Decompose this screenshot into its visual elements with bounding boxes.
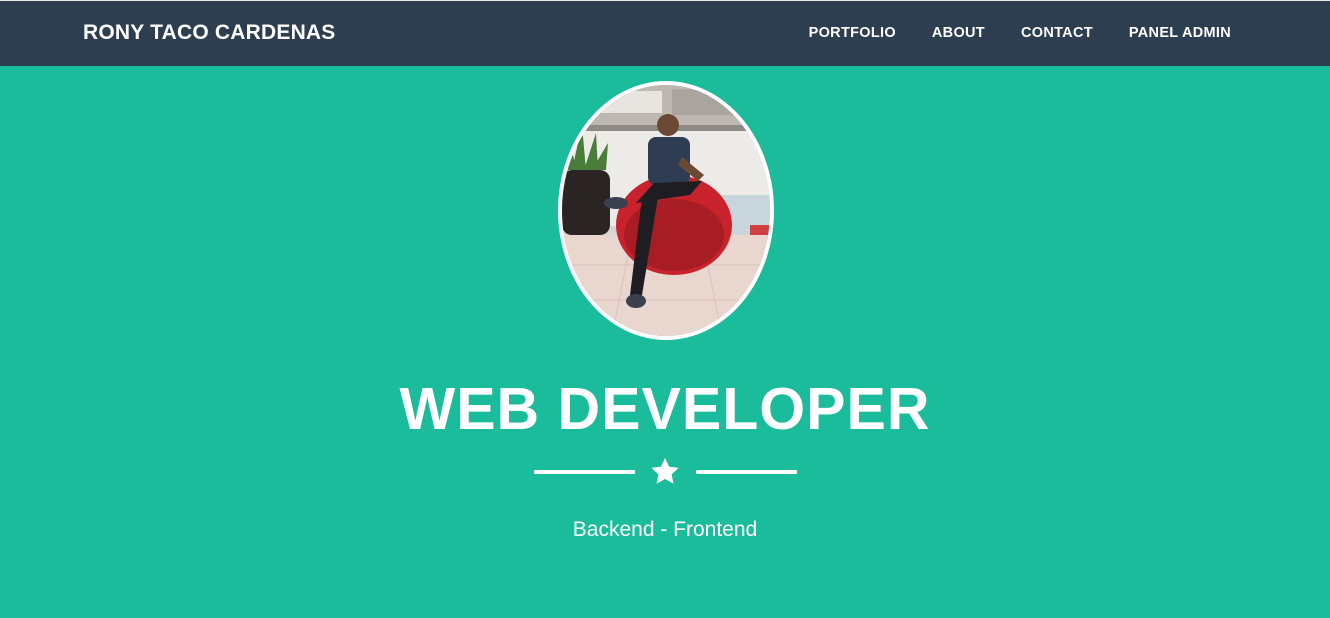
navbar: RONY TACO CARDENAS PORTFOLIO ABOUT CONTA…: [0, 0, 1330, 66]
masthead: WEB DEVELOPER Backend - Frontend: [0, 66, 1330, 618]
star-divider: [534, 457, 797, 487]
subtitle: Backend - Frontend: [572, 518, 758, 541]
divider-line-left: [534, 470, 635, 474]
profile-avatar: [558, 81, 774, 340]
brand-link[interactable]: RONY TACO CARDENAS: [83, 21, 336, 45]
page-title: WEB DEVELOPER: [399, 376, 931, 442]
divider-line-right: [696, 470, 797, 474]
nav-link-contact[interactable]: CONTACT: [1021, 25, 1093, 41]
nav-links: PORTFOLIO ABOUT CONTACT PANEL ADMIN: [809, 25, 1231, 41]
nav-link-about[interactable]: ABOUT: [932, 25, 985, 41]
nav-link-portfolio[interactable]: PORTFOLIO: [809, 25, 896, 41]
nav-link-panel-admin[interactable]: PANEL ADMIN: [1129, 25, 1231, 41]
star-icon: [651, 458, 679, 484]
